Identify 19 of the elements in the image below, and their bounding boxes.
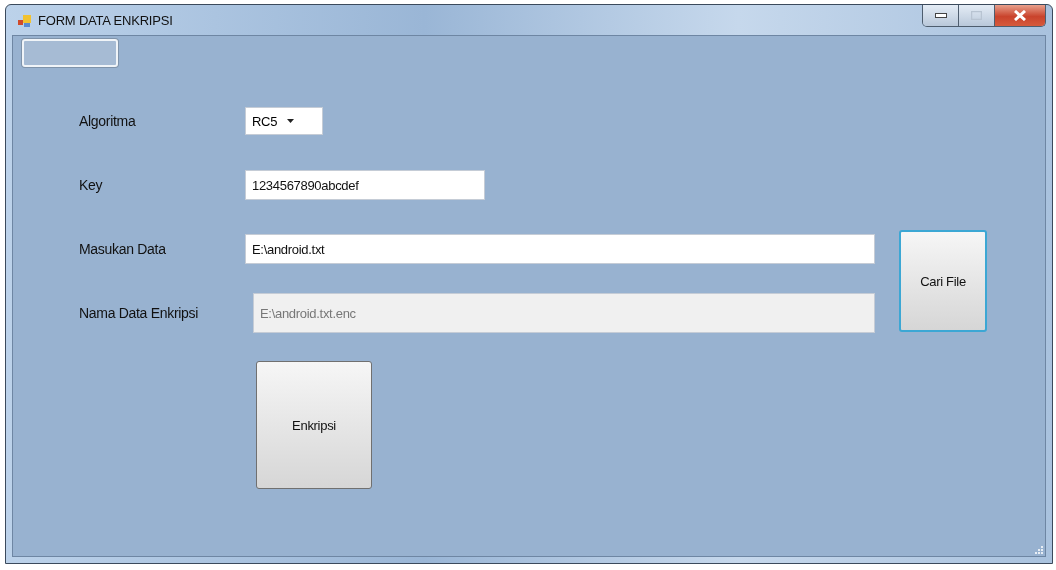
field-label: Algoritma — [79, 113, 137, 129]
minimize-button[interactable] — [923, 5, 959, 26]
maximize-icon — [971, 11, 982, 20]
input-field[interactable]: 1234567890abcdef — [245, 170, 485, 200]
browse-file-button[interactable]: Cari File — [899, 230, 987, 332]
close-button[interactable] — [995, 5, 1045, 26]
field-label: Nama Data Enkripsi — [79, 305, 200, 321]
field-label: Masukan Data — [79, 241, 167, 257]
minimize-icon — [934, 13, 947, 18]
encrypt-button[interactable]: Enkripsi — [256, 361, 372, 489]
input-field[interactable]: E:\android.txt — [245, 234, 875, 264]
resize-grip-icon — [1035, 546, 1043, 554]
field-label: Key — [79, 177, 104, 193]
app-icon — [18, 14, 32, 28]
close-icon — [1014, 10, 1026, 21]
algorithm-dropdown[interactable]: RC5 — [245, 107, 323, 135]
maximize-button[interactable] — [959, 5, 995, 26]
caret-icon — [287, 119, 295, 123]
window-title: FORM DATA ENKRIPSI — [38, 13, 173, 28]
